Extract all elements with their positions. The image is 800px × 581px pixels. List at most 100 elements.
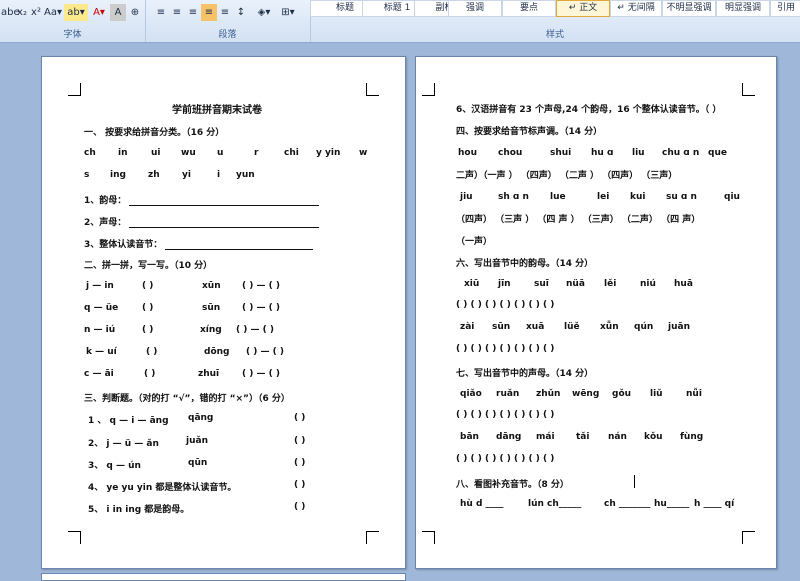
margin-corner [366, 83, 379, 96]
text-cursor [634, 475, 635, 488]
judge-row: 1 、 q — i — āng qāng ( ) [88, 413, 378, 426]
borders-icon[interactable]: ⊞▾ [277, 4, 299, 21]
spell-item: k — uí [86, 347, 117, 357]
answer-line[interactable] [129, 195, 320, 206]
pinyin-item: ing [110, 170, 126, 180]
syllable: juān [668, 322, 690, 332]
style-strong[interactable]: 要点 [502, 0, 556, 17]
font-color-button[interactable]: A▾ [88, 4, 110, 21]
answer-box[interactable]: ( ) [294, 502, 305, 512]
pinyin-item: y yin [316, 148, 341, 158]
margin-corner [422, 83, 435, 96]
syllable: ruǎn [496, 389, 520, 399]
answer-box[interactable]: ( ) [294, 413, 305, 423]
line-spacing-icon[interactable]: ↕ [233, 4, 249, 21]
justify-icon[interactable]: ≡ [201, 4, 217, 21]
answer-boxes[interactable]: ( ) ( ) ( ) ( ) ( ) ( ) ( ) [456, 300, 554, 310]
align-left-icon[interactable]: ≡ [153, 4, 169, 21]
answer-box[interactable]: ( ) [146, 347, 157, 357]
pinyin-item: zh [148, 170, 160, 180]
tone-hint-row: 二声）（一声 ） （四声） （二声 ） （四声） （三声） [456, 171, 678, 181]
fill-item[interactable]: ch _______ [604, 499, 650, 509]
answer-box[interactable]: ( ) — ( ) [242, 303, 280, 313]
style-emphasis[interactable]: 强调 [448, 0, 502, 17]
judge-item: 3、 q — ún [88, 461, 141, 471]
syllable: suī [534, 279, 549, 289]
spell-row: k — uí ( ) dōng ( ) — ( ) [86, 347, 376, 359]
spell-item: q — üe [84, 303, 119, 313]
spell-item: zhuī [198, 369, 220, 379]
margin-corner [422, 531, 435, 544]
judge-item: 2、 j — ü — ǎn [88, 439, 159, 449]
pinyin-row-2: s ing zh yi i yun [84, 170, 384, 182]
syllable: qiǎo [460, 389, 482, 399]
answer-boxes[interactable]: ( ) ( ) ( ) ( ) ( ) ( ) ( ) [456, 344, 554, 354]
distributed-icon[interactable]: ≡ [217, 4, 233, 21]
font-group-label: 字体 [63, 30, 82, 40]
syllable: zhǔn [536, 389, 561, 399]
ribbon: abe x₂ x² Aa▾ ab▾ A▾ A ⊕ 字体 ≡ ≡ ≡ ≡ ≡ ↕ … [0, 0, 800, 43]
answer-box[interactable]: ( ) [144, 369, 155, 379]
spell-item: n — iú [84, 325, 116, 335]
spell-row: n — iú ( ) xíng ( ) — ( ) [84, 325, 374, 337]
fill-item[interactable]: hù d ____ [460, 499, 504, 509]
answer-box[interactable]: ( ) — ( ) [242, 281, 280, 291]
pinyin-item: ch [84, 148, 96, 158]
syllable: kui [630, 192, 646, 202]
style-normal[interactable]: ↵ 正文 [556, 0, 610, 17]
highlight-button[interactable]: ab▾ [64, 4, 88, 21]
answer-line[interactable] [165, 239, 314, 250]
pinyin-item: w [359, 148, 368, 158]
answer-box[interactable]: ( ) — ( ) [246, 347, 284, 357]
answer-box[interactable]: ( ) [294, 458, 305, 468]
syllable: wēng [572, 389, 600, 399]
section-7-heading: 七、写出音节中的声母。（14 分） [456, 369, 594, 379]
char-shading-button[interactable]: A [110, 4, 126, 21]
enclose-char-icon[interactable]: ⊕ [126, 4, 144, 21]
answer-box[interactable]: ( ) [142, 303, 153, 313]
tone-row: hou chou shui hu ɑ liu chu ɑ n que [458, 148, 758, 160]
question-initials: 2、声母： [84, 215, 320, 228]
judge-row: 5、 i in ing 都是韵母。 ( ) [88, 502, 378, 515]
shading-icon[interactable]: ◈▾ [253, 4, 275, 21]
answer-box[interactable]: ( ) [294, 436, 305, 446]
answer-boxes[interactable]: ( ) ( ) ( ) ( ) ( ) ( ) ( ) [456, 410, 554, 420]
judge-item: 1 、 q — i — āng [88, 416, 169, 426]
margin-corner [68, 83, 81, 96]
answer-box[interactable]: ( ) [294, 480, 305, 490]
judge-row: 3、 q — ún qūn ( ) [88, 458, 378, 471]
answer-boxes[interactable]: ( ) ( ) ( ) ( ) ( ) ( ) ( ) [456, 454, 554, 464]
answer-box[interactable]: ( ) [142, 325, 153, 335]
document-page-left[interactable]: 学前班拼音期末试卷 一、 按要求给拼音分类。（16 分） ch in ui wu… [41, 56, 406, 569]
style-intense-emphasis[interactable]: 明显强调 [716, 0, 770, 17]
align-right-icon[interactable]: ≡ [185, 4, 201, 21]
pinyin-item: u [217, 148, 224, 158]
fill-item[interactable]: h ____ qí [694, 499, 734, 509]
margin-corner [68, 531, 81, 544]
fill-item[interactable]: hu_____ [654, 499, 689, 509]
syllable: kǒu [644, 432, 663, 442]
syllable: lěi [604, 279, 617, 289]
syllable: chou [498, 148, 523, 158]
answer-box[interactable]: ( ) [142, 281, 153, 291]
question-whole-syllables: 3、整体认读音节： [84, 237, 314, 250]
pinyin-item: in [118, 148, 128, 158]
answer-box[interactable]: ( ) — ( ) [236, 325, 274, 335]
change-case-button[interactable]: Aa▾ [42, 4, 64, 21]
section-8-heading: 八、看图补充音节。（8 分） [456, 480, 569, 490]
spell-item: xūn [202, 281, 221, 291]
fill-item[interactable]: lún ch_____ [528, 499, 581, 509]
question-label: 2、声母： [84, 218, 127, 228]
answer-box[interactable]: ( ) — ( ) [242, 369, 280, 379]
spell-row: j — in ( ) xūn ( ) — ( ) [86, 281, 376, 293]
document-page-right[interactable]: 6、汉语拼音有 23 个声母,24 个韵母，16 个整体认读音节。（ ） 四、按… [415, 56, 777, 569]
syllable: xǖn [600, 322, 619, 332]
style-subtle-emphasis[interactable]: 不明显强调 [662, 0, 716, 17]
judge-row: 2、 j — ü — ǎn juǎn ( ) [88, 436, 378, 449]
section-2-heading: 二、拼一拼，写一写。（10 分） [84, 261, 213, 271]
style-quote[interactable]: 引用 [770, 0, 800, 17]
style-no-spacing[interactable]: ↵ 无间隔 [610, 0, 662, 17]
answer-line[interactable] [129, 217, 320, 228]
align-center-icon[interactable]: ≡ [169, 4, 185, 21]
syllable: gǒu [612, 389, 632, 399]
